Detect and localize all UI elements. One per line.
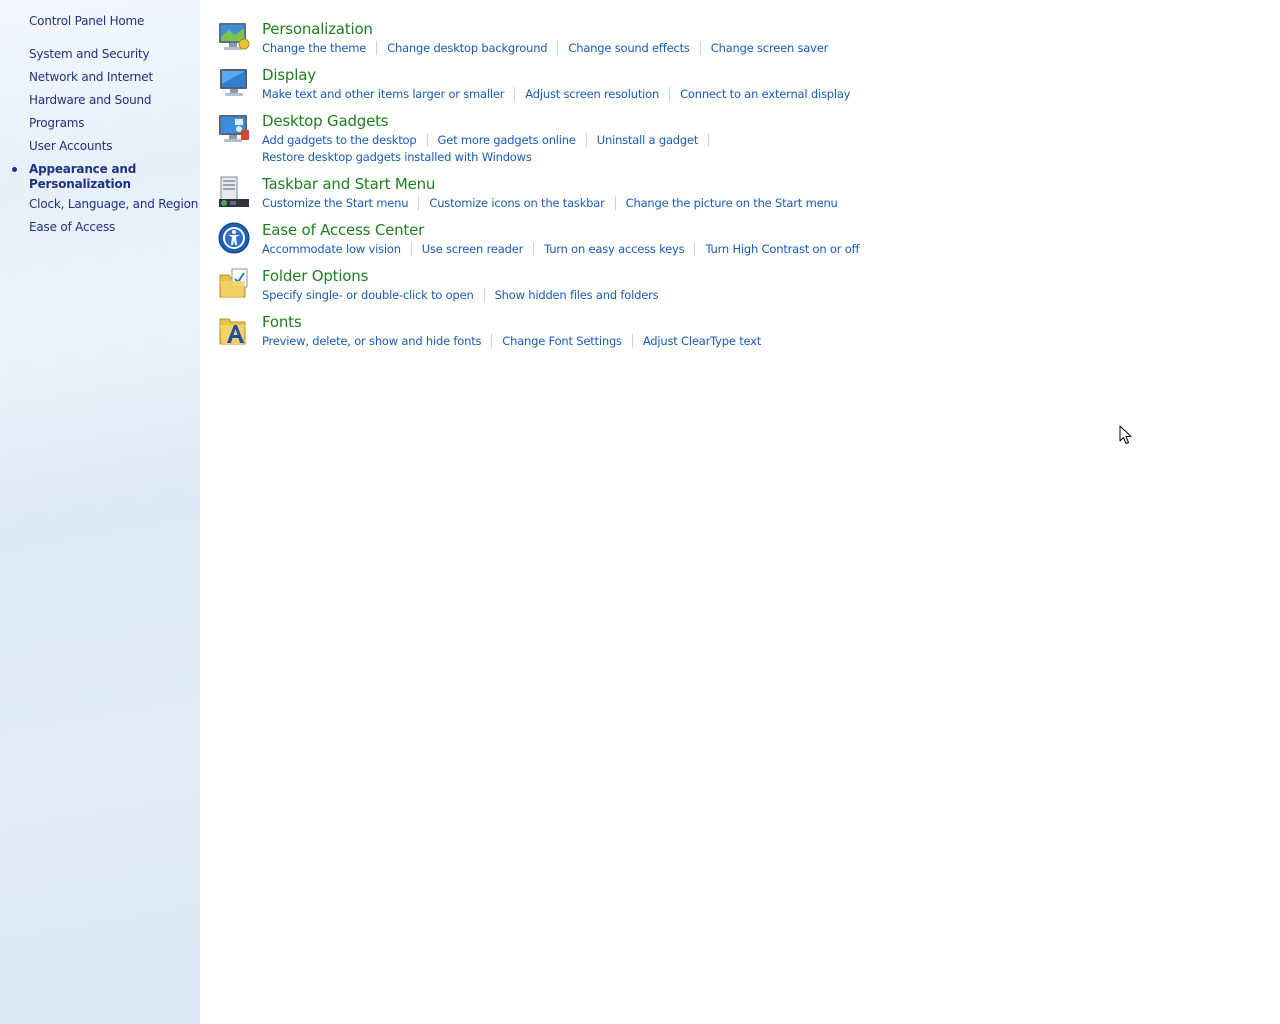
taskbar-links: Customize the Start menu Customize icons … <box>262 196 838 210</box>
change-theme-link[interactable]: Change the theme <box>262 41 366 55</box>
desktop-gadgets-links: Add gadgets to the desktop Get more gadge… <box>262 133 719 164</box>
sidebar-item-user-accounts[interactable]: User Accounts <box>29 139 112 153</box>
display-title[interactable]: Display <box>262 66 316 84</box>
link-separator <box>491 334 493 348</box>
sidebar-item-appearance-personalization[interactable]: Appearance and Personalization <box>29 162 139 192</box>
change-sound-effects-link[interactable]: Change sound effects <box>568 41 690 55</box>
personalization-links: Change the theme Change desktop backgroun… <box>262 41 828 55</box>
taskbar-title[interactable]: Taskbar and Start Menu <box>262 175 435 193</box>
restore-gadgets-link[interactable]: Restore desktop gadgets installed with W… <box>262 150 719 164</box>
sidebar-item-hardware-sound[interactable]: Hardware and Sound <box>29 93 152 107</box>
high-contrast-link[interactable]: Turn High Contrast on or off <box>705 242 859 256</box>
customize-start-menu-link[interactable]: Customize the Start menu <box>262 196 409 210</box>
display-icon[interactable] <box>217 66 251 100</box>
control-panel-home-link[interactable]: Control Panel Home <box>29 14 144 28</box>
folder-options-title[interactable]: Folder Options <box>262 267 368 285</box>
sidebar-item-clock-language-region[interactable]: Clock, Language, and Region <box>29 197 198 211</box>
taskbar-icon[interactable] <box>217 175 251 209</box>
folder-options-links: Specify single- or double-click to open S… <box>262 288 659 302</box>
font-settings-link[interactable]: Change Font Settings <box>502 334 622 348</box>
preview-fonts-link[interactable]: Preview, delete, or show and hide fonts <box>262 334 481 348</box>
fonts-icon[interactable] <box>217 313 251 347</box>
active-item-bullet <box>12 167 17 172</box>
personalization-icon[interactable] <box>217 20 251 54</box>
main-content: Personalization Change the theme Change d… <box>200 0 1280 1024</box>
low-vision-link[interactable]: Accommodate low vision <box>262 242 401 256</box>
sidebar-item-programs[interactable]: Programs <box>29 116 84 130</box>
ease-of-access-icon[interactable] <box>217 221 251 255</box>
single-double-click-link[interactable]: Specify single- or double-click to open <box>262 288 474 302</box>
uninstall-gadget-link[interactable]: Uninstall a gadget <box>597 133 699 147</box>
link-separator <box>410 242 412 256</box>
display-links: Make text and other items larger or smal… <box>262 87 850 101</box>
desktop-gadgets-title[interactable]: Desktop Gadgets <box>262 112 389 130</box>
screen-resolution-link[interactable]: Adjust screen resolution <box>525 87 659 101</box>
sidebar-item-system-security[interactable]: System and Security <box>29 47 150 61</box>
sidebar-item-ease-of-access[interactable]: Ease of Access <box>29 220 115 234</box>
link-separator <box>585 133 587 147</box>
link-separator <box>708 133 710 147</box>
change-screen-saver-link[interactable]: Change screen saver <box>711 41 829 55</box>
show-hidden-files-link[interactable]: Show hidden files and folders <box>495 288 659 302</box>
change-desktop-background-link[interactable]: Change desktop background <box>387 41 547 55</box>
sidebar-item-network-internet[interactable]: Network and Internet <box>29 70 153 84</box>
folder-options-icon[interactable] <box>217 267 251 301</box>
ease-of-access-title[interactable]: Ease of Access Center <box>262 221 424 239</box>
external-display-link[interactable]: Connect to an external display <box>680 87 850 101</box>
link-separator <box>533 242 535 256</box>
desktop-gadgets-icon[interactable] <box>217 112 251 146</box>
link-separator <box>694 242 696 256</box>
add-gadgets-link[interactable]: Add gadgets to the desktop <box>262 133 417 147</box>
link-separator <box>669 87 671 101</box>
link-separator <box>557 41 559 55</box>
fonts-links: Preview, delete, or show and hide fonts C… <box>262 334 761 348</box>
personalization-title[interactable]: Personalization <box>262 20 373 38</box>
link-separator <box>426 133 428 147</box>
sidebar: Control Panel Home System and Security N… <box>0 0 200 1024</box>
mouse-cursor-icon <box>1119 425 1132 444</box>
ease-of-access-links: Accommodate low vision Use screen reader T… <box>262 242 859 256</box>
easy-access-keys-link[interactable]: Turn on easy access keys <box>544 242 685 256</box>
text-size-link[interactable]: Make text and other items larger or smal… <box>262 87 504 101</box>
link-separator <box>376 41 378 55</box>
link-separator <box>614 196 616 210</box>
fonts-title[interactable]: Fonts <box>262 313 302 331</box>
link-separator <box>631 334 633 348</box>
cleartype-link[interactable]: Adjust ClearType text <box>643 334 761 348</box>
link-separator <box>418 196 420 210</box>
start-menu-picture-link[interactable]: Change the picture on the Start menu <box>626 196 838 210</box>
screen-reader-link[interactable]: Use screen reader <box>422 242 524 256</box>
link-separator <box>514 87 516 101</box>
link-separator <box>483 288 485 302</box>
link-separator <box>699 41 701 55</box>
customize-taskbar-icons-link[interactable]: Customize icons on the taskbar <box>429 196 605 210</box>
more-gadgets-online-link[interactable]: Get more gadgets online <box>438 133 576 147</box>
